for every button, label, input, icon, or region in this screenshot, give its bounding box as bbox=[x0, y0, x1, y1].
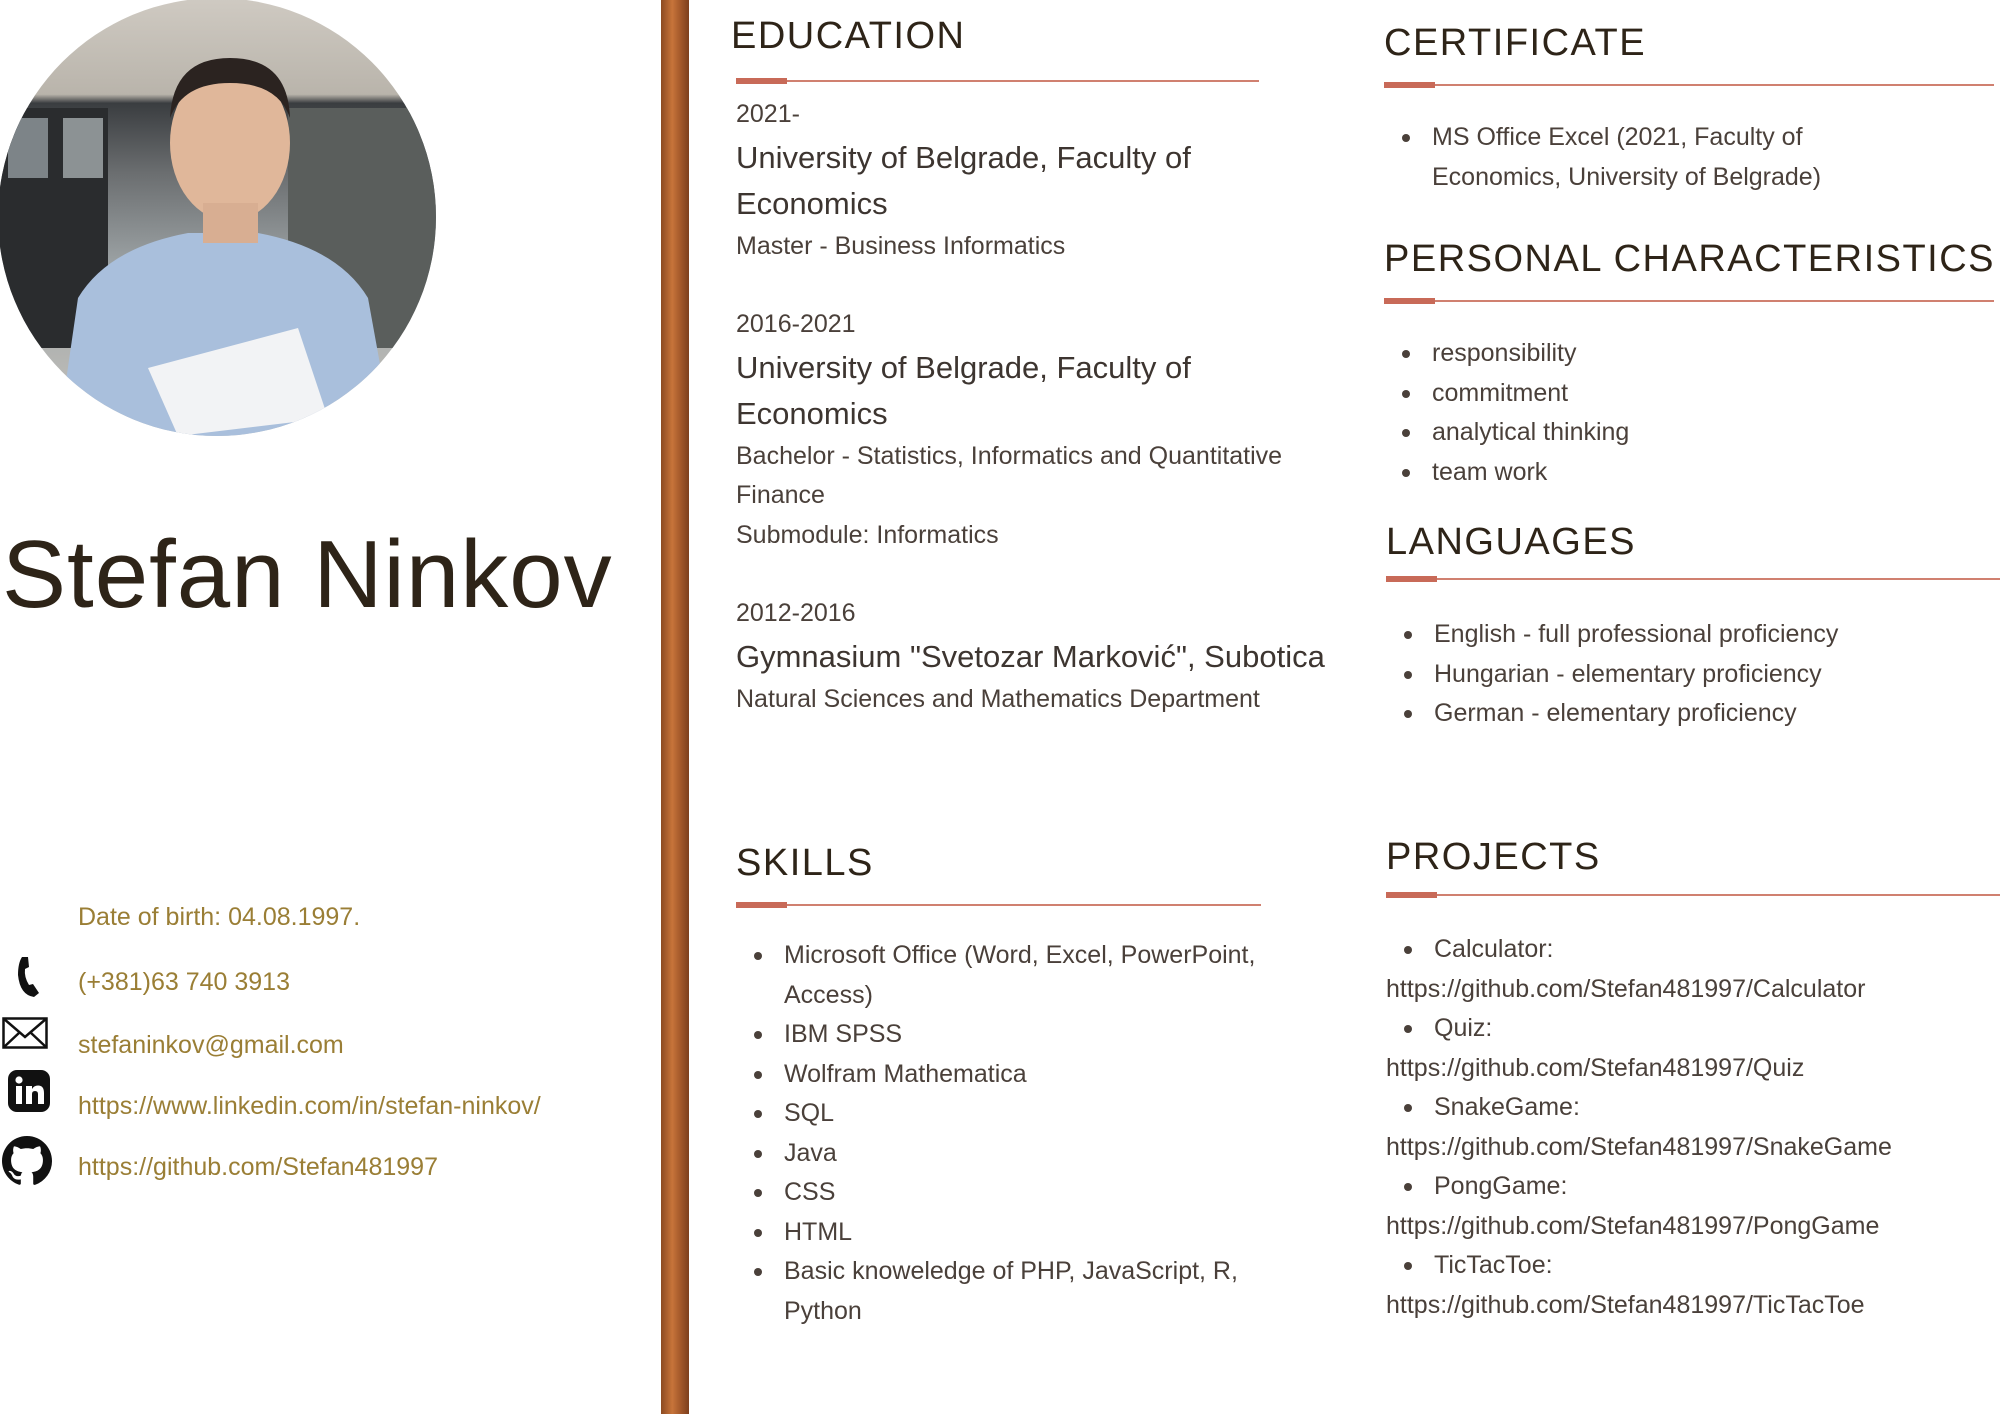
phone-icon bbox=[4, 952, 54, 1002]
list-item: Wolfram Mathematica bbox=[736, 1055, 1255, 1095]
project-item: SnakeGame: https://github.com/Stefan48199… bbox=[1386, 1088, 1892, 1167]
education-school: Economics bbox=[736, 395, 888, 431]
project-url[interactable]: https://github.com/Stefan481997/Quiz bbox=[1386, 1049, 1892, 1089]
education-rule bbox=[736, 78, 1259, 84]
languages-rule bbox=[1386, 576, 2000, 582]
list-item: responsibility bbox=[1384, 334, 1629, 374]
education-years: 2012-2016 bbox=[736, 599, 856, 627]
languages-list: English - full professional proficiency … bbox=[1386, 615, 1838, 734]
list-item: Hungarian - elementary proficiency bbox=[1386, 655, 1838, 695]
email-link[interactable]: stefaninkov@gmail.com bbox=[78, 1030, 344, 1060]
linkedin-link[interactable]: https://www.linkedin.com/in/stefan-ninko… bbox=[78, 1091, 541, 1121]
certificate-heading: CERTIFICATE bbox=[1384, 22, 1647, 64]
projects-heading: PROJECTS bbox=[1386, 836, 1601, 878]
education-school: University of Belgrade, Faculty of bbox=[736, 139, 1191, 175]
certificate-rule bbox=[1384, 82, 1994, 88]
github-link[interactable]: https://github.com/Stefan481997 bbox=[78, 1152, 438, 1182]
list-item: HTML bbox=[736, 1213, 1255, 1253]
linkedin-icon[interactable] bbox=[4, 1066, 54, 1116]
personal-rule bbox=[1384, 298, 1994, 304]
education-detail: Master - Business Informatics bbox=[736, 231, 1066, 260]
date-of-birth: Date of birth: 04.08.1997. bbox=[78, 903, 361, 931]
education-heading: EDUCATION bbox=[731, 15, 966, 57]
profile-photo bbox=[0, 0, 436, 436]
education-school: Gymnasium "Svetozar Marković", Subotica bbox=[736, 638, 1325, 674]
list-item: SQL bbox=[736, 1094, 1255, 1134]
education-entry: 2012-2016 Gymnasium "Svetozar Marković",… bbox=[736, 594, 1325, 719]
education-entry: 2021- University of Belgrade, Faculty of… bbox=[736, 95, 1191, 266]
education-detail: Bachelor - Statistics, Informatics and Q… bbox=[736, 441, 1283, 470]
project-item: PongGame: https://github.com/Stefan481997… bbox=[1386, 1167, 1892, 1246]
education-years: 2021- bbox=[736, 100, 800, 128]
project-url[interactable]: https://github.com/Stefan481997/PongGame bbox=[1386, 1207, 1892, 1247]
project-item: Calculator: https://github.com/Stefan4819… bbox=[1386, 930, 1892, 1009]
skills-heading: SKILLS bbox=[736, 842, 874, 884]
education-detail: Finance bbox=[736, 481, 825, 509]
education-school: University of Belgrade, Faculty of bbox=[736, 349, 1191, 385]
project-item: TicTacToe: https://github.com/Stefan48199… bbox=[1386, 1246, 1892, 1325]
list-item: commitment bbox=[1384, 374, 1629, 414]
list-item: English - full professional proficiency bbox=[1386, 615, 1838, 655]
github-icon[interactable] bbox=[2, 1136, 52, 1186]
project-url[interactable]: https://github.com/Stefan481997/TicTacTo… bbox=[1386, 1286, 1892, 1326]
skills-rule bbox=[736, 902, 1261, 908]
list-item: German - elementary proficiency bbox=[1386, 694, 1838, 734]
education-years: 2016-2021 bbox=[736, 310, 856, 338]
email-icon bbox=[0, 1008, 50, 1058]
phone-number: (+381)63 740 3913 bbox=[78, 968, 290, 996]
personal-list: responsibility commitment analytical thi… bbox=[1384, 334, 1629, 492]
list-item: team work bbox=[1384, 453, 1629, 493]
project-item: Quiz: https://github.com/Stefan481997/Qui… bbox=[1386, 1009, 1892, 1088]
education-detail: Submodule: Informatics bbox=[736, 520, 999, 549]
education-school: Economics bbox=[736, 185, 888, 221]
list-item: CSS bbox=[736, 1173, 1255, 1213]
certificate-list: MS Office Excel (2021, Faculty of Economi… bbox=[1384, 118, 1821, 197]
list-item: Java bbox=[736, 1134, 1255, 1174]
personal-heading: PERSONAL CHARACTERISTICS bbox=[1384, 238, 1996, 280]
project-url[interactable]: https://github.com/Stefan481997/SnakeGam… bbox=[1386, 1128, 1892, 1168]
project-url[interactable]: https://github.com/Stefan481997/Calculat… bbox=[1386, 970, 1892, 1010]
skills-list: Microsoft Office (Word, Excel, PowerPoin… bbox=[736, 936, 1255, 1331]
list-item: Microsoft Office (Word, Excel, PowerPoin… bbox=[736, 936, 1255, 1015]
education-entry: 2016-2021 University of Belgrade, Facult… bbox=[736, 305, 1282, 555]
list-item: Basic knoweledge of PHP, JavaScript, R, P… bbox=[736, 1252, 1255, 1331]
list-item: IBM SPSS bbox=[736, 1015, 1255, 1055]
languages-heading: LANGUAGES bbox=[1386, 521, 1637, 563]
projects-rule bbox=[1386, 892, 2000, 898]
list-item: analytical thinking bbox=[1384, 413, 1629, 453]
divider-bar bbox=[661, 0, 689, 1414]
education-detail: Natural Sciences and Mathematics Departm… bbox=[736, 684, 1260, 713]
list-item: MS Office Excel (2021, Faculty of Economi… bbox=[1384, 118, 1821, 197]
full-name: Stefan Ninkov bbox=[2, 521, 613, 628]
projects-list: Calculator: https://github.com/Stefan4819… bbox=[1386, 930, 1892, 1325]
